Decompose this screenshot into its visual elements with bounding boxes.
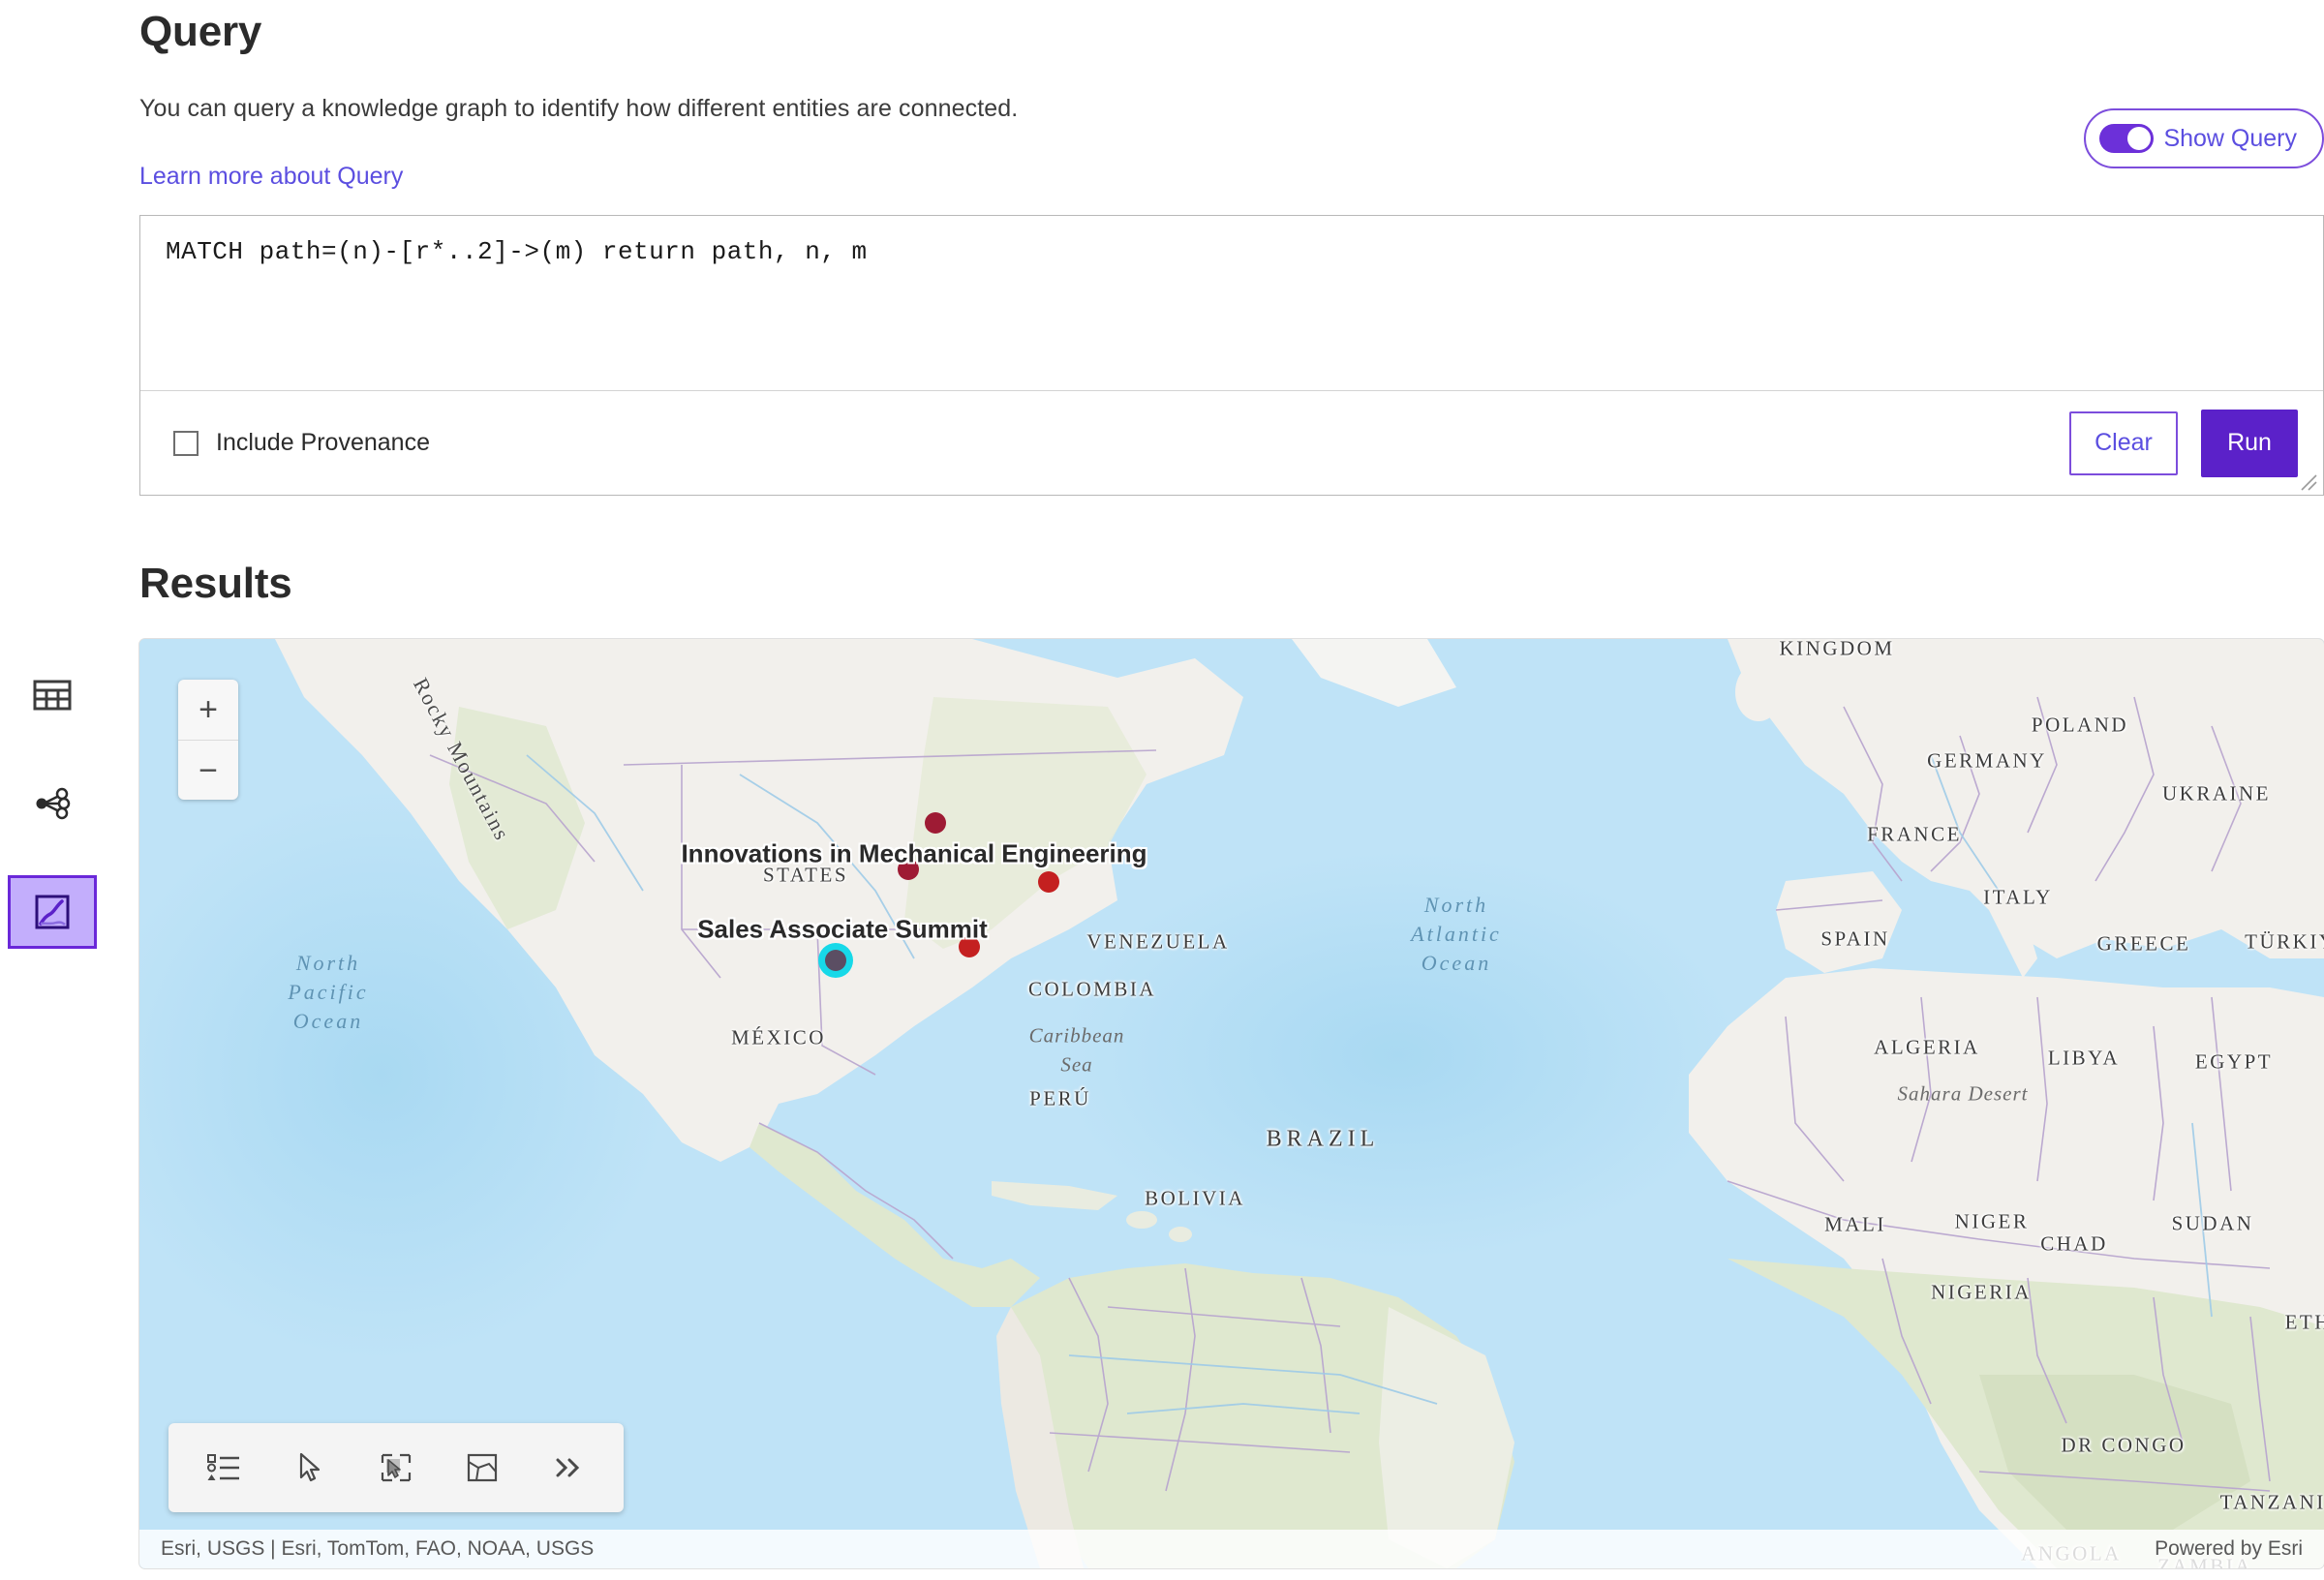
query-input[interactable]: MATCH path=(n)-[r*..2]->(m) return path,… xyxy=(140,216,2323,390)
map-node-label[interactable]: Sales Associate Summit xyxy=(697,915,988,945)
country-label: NIGERIA xyxy=(1931,1281,2032,1305)
map-marker[interactable] xyxy=(925,812,946,834)
show-query-label: Show Query xyxy=(2163,125,2297,153)
country-label: SUDAN xyxy=(2172,1212,2254,1236)
clear-button[interactable]: Clear xyxy=(2069,411,2178,475)
country-label: MALI xyxy=(1824,1213,1886,1237)
map-node-label[interactable]: Innovations in Mechanical Engineering xyxy=(681,839,1147,869)
country-label: CHAD xyxy=(2040,1232,2108,1257)
country-label: PERÚ xyxy=(1029,1087,1091,1111)
query-subtitle: You can query a knowledge graph to ident… xyxy=(139,95,1018,123)
map-icon xyxy=(33,893,72,931)
more-chevron-icon[interactable] xyxy=(541,1441,596,1495)
country-label: EGYPT xyxy=(2195,1050,2273,1075)
table-icon xyxy=(33,678,72,713)
zoom-in-button[interactable]: + xyxy=(178,680,238,740)
country-label: TÜRKIYE xyxy=(2245,930,2324,955)
feature-label: Caribbean xyxy=(1029,1024,1125,1048)
country-label: VENEZUELA xyxy=(1086,930,1229,955)
country-label: FRANCE xyxy=(1867,823,1962,847)
learn-more-link[interactable]: Learn more about Query xyxy=(139,163,403,191)
attribution-sources: Esri, USGS | Esri, TomTom, FAO, NOAA, US… xyxy=(161,1537,594,1561)
query-results-page: Query You can query a knowledge graph to… xyxy=(0,0,2324,1580)
country-label: ALGERIA xyxy=(1874,1036,1980,1060)
ocean-label: NorthAtlanticOcean xyxy=(1411,891,1502,978)
country-label: DR CONGO xyxy=(2061,1434,2186,1458)
link-graph-icon xyxy=(33,784,72,823)
results-title: Results xyxy=(139,560,292,608)
select-pointer-icon[interactable] xyxy=(283,1441,337,1495)
zoom-out-button[interactable]: − xyxy=(178,740,238,800)
country-label: ETHIOPIA xyxy=(2285,1311,2324,1335)
query-actions-bar: Include Provenance Clear Run xyxy=(140,390,2323,495)
query-editor-panel: MATCH path=(n)-[r*..2]->(m) return path,… xyxy=(139,215,2324,496)
select-by-rectangle-icon[interactable] xyxy=(369,1441,423,1495)
toggle-switch[interactable] xyxy=(2099,124,2154,153)
rail-item-map-view[interactable] xyxy=(8,875,97,949)
country-label: KINGDOM xyxy=(1780,639,1895,661)
view-mode-rail xyxy=(0,658,105,949)
include-provenance-label: Include Provenance xyxy=(216,429,430,457)
country-label: TANZANIA xyxy=(2220,1491,2324,1515)
country-label: BRAZIL xyxy=(1267,1127,1380,1153)
page-title: Query xyxy=(139,8,261,56)
run-button[interactable]: Run xyxy=(2201,410,2298,477)
show-query-toggle[interactable]: Show Query xyxy=(2084,108,2324,168)
legend-icon[interactable] xyxy=(197,1441,251,1495)
country-label: SPAIN xyxy=(1820,927,1889,952)
include-provenance-checkbox[interactable]: Include Provenance xyxy=(173,429,430,457)
country-label: ITALY xyxy=(1983,886,2053,910)
feature-label: Sahara Desert xyxy=(1898,1082,2029,1107)
basemap-icon[interactable] xyxy=(455,1441,509,1495)
map-marker-selected[interactable] xyxy=(825,950,846,971)
ocean-label: NorthPacificOcean xyxy=(288,949,368,1036)
map-toolbar xyxy=(168,1423,624,1512)
country-label: LIBYA xyxy=(2048,1047,2120,1071)
country-label: UKRAINE xyxy=(2162,782,2271,806)
rail-item-table-view[interactable] xyxy=(8,658,97,732)
country-label: NIGER xyxy=(1955,1210,2030,1234)
rail-item-graph-view[interactable] xyxy=(8,767,97,840)
toggle-knob xyxy=(2127,127,2151,150)
country-label: GERMANY xyxy=(1927,749,2047,774)
country-label: BOLIVIA xyxy=(1145,1187,1245,1211)
checkbox-box[interactable] xyxy=(173,431,199,456)
query-buttons: Clear Run xyxy=(2069,410,2298,477)
country-label: COLOMBIA xyxy=(1028,978,1156,1002)
country-label: MÉXICO xyxy=(731,1026,826,1050)
map-marker[interactable] xyxy=(1038,871,1059,893)
map-attribution: Esri, USGS | Esri, TomTom, FAO, NOAA, US… xyxy=(139,1530,2324,1568)
zoom-controls: + − xyxy=(178,680,238,800)
powered-by-esri-link[interactable]: Powered by Esri xyxy=(2155,1537,2303,1561)
feature-label: Sea xyxy=(1060,1053,1092,1078)
results-map[interactable]: KINGDOM POLAND GERMANY UKRAINE FRANCE ITALY SP… xyxy=(139,639,2324,1568)
country-label: POLAND xyxy=(2032,714,2128,738)
country-label: GREECE xyxy=(2097,932,2191,957)
